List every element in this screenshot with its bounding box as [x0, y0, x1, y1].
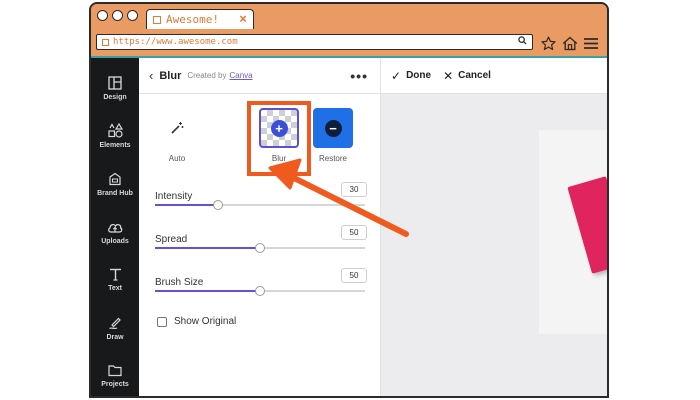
annotation-arrow: [268, 158, 409, 237]
stage: Awesome! × https://www.awesome.com Desig…: [0, 0, 700, 400]
